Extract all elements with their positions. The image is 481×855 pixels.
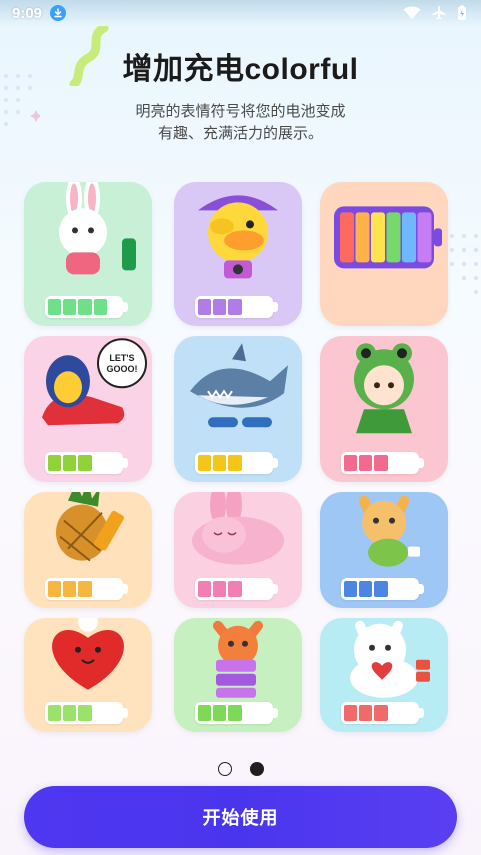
battery-style-card-penguin-sneaker[interactable]: LET'S GOOO! [24,336,152,482]
battery-level-indicator [341,452,424,474]
battery-level-indicator [341,578,424,600]
battery-style-card-cat-teapot[interactable] [320,492,448,608]
battery-segment [198,705,212,721]
battery-segment [78,299,92,315]
battery-segment [228,455,242,471]
status-time: 9:09 [12,4,43,22]
battery-style-card-bunny[interactable] [24,182,152,326]
svg-text:GOOO!: GOOO! [107,364,138,374]
battery-style-card-frog-girl[interactable] [320,336,448,482]
battery-segment [213,299,227,315]
battery-segment [228,581,242,597]
battery-style-card-pineapple[interactable] [24,492,152,608]
battery-style-card-rainbow-battery[interactable] [320,182,448,326]
battery-segment [48,705,62,721]
battery-level-indicator [195,578,278,600]
battery-segment [359,705,373,721]
battery-level-indicator [195,452,278,474]
battery-segment [63,299,77,315]
battery-charging-icon [458,5,466,20]
subtitle-line-1: 明亮的表情符号将您的电池变成 [135,102,346,120]
battery-style-card-white-cat[interactable] [320,618,448,732]
battery-segment [228,705,242,721]
battery-segment [78,705,92,721]
battery-style-card-shark[interactable] [174,336,302,482]
battery-level-indicator [195,702,278,724]
battery-level-indicator [45,702,128,724]
start-button[interactable]: 开始使用 [24,786,457,848]
battery-level-indicator [45,578,128,600]
page-dot-2[interactable] [249,762,264,776]
battery-segment [63,455,77,471]
battery-segment [198,581,212,597]
battery-segment [359,581,373,597]
wifi-icon [403,6,421,19]
battery-segment [344,581,358,597]
decorative-dots-right [450,234,478,294]
battery-segment [374,705,388,721]
battery-segment [78,455,92,471]
battery-segment [63,705,77,721]
battery-segment [344,455,358,471]
page-title: 增加充电colorful [122,53,359,86]
battery-segment [93,299,107,315]
battery-segment [344,705,358,721]
battery-segment [78,581,92,597]
battery-segment [198,299,212,315]
battery-segment [213,455,227,471]
svg-text:LET'S: LET'S [109,353,134,363]
battery-segment [213,705,227,721]
airplane-icon [432,6,446,20]
battery-level-indicator [45,296,128,318]
page-subtitle: 明亮的表情符号将您的电池变成 有趣、充满活力的展示。 [0,100,481,144]
battery-segment [374,455,388,471]
battery-segment [359,455,373,471]
battery-style-card-sleeping-bunny[interactable] [174,492,302,608]
page-indicator [0,762,481,776]
battery-style-card-duck[interactable] [174,182,302,326]
battery-segment [198,455,212,471]
battery-segment [63,581,77,597]
battery-level-indicator [195,296,278,318]
download-icon [50,5,67,21]
battery-level-indicator [45,452,128,474]
battery-segment [374,581,388,597]
battery-segment [228,299,242,315]
battery-style-card-heart[interactable] [24,618,152,732]
page-dot-1[interactable] [217,762,232,776]
battery-segment [48,299,62,315]
battery-level-indicator [341,702,424,724]
subtitle-line-2: 有趣、充满活力的展示。 [157,124,323,142]
battery-segment [48,455,62,471]
battery-segment [213,581,227,597]
rainbow-battery-illustration [334,206,442,269]
status-bar: 9:09 [0,0,481,26]
battery-style-card-orange-cat[interactable] [174,618,302,732]
battery-segment [48,581,62,597]
